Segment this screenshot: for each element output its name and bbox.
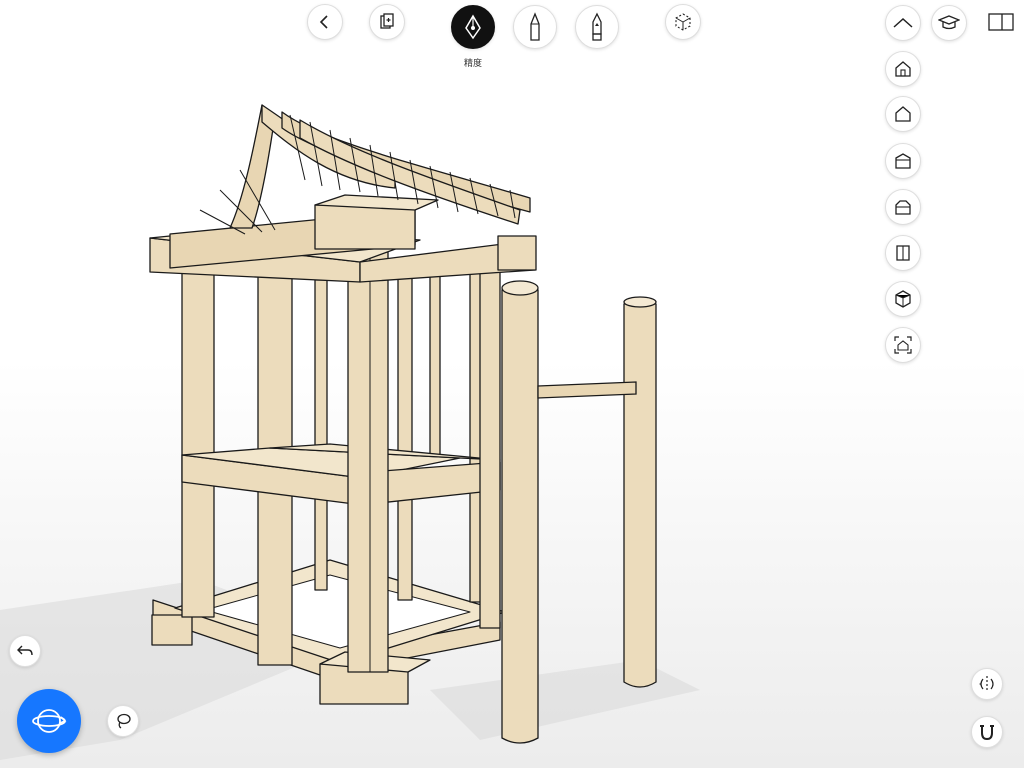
view-front-button[interactable] — [885, 143, 921, 179]
active-tool-label: 精度 — [463, 58, 482, 68]
home-view-icon — [895, 61, 911, 77]
view-top-button[interactable] — [885, 96, 921, 132]
section-plane-button[interactable] — [971, 668, 1003, 700]
pencil-tool-button[interactable] — [513, 5, 557, 49]
undo-icon — [17, 645, 33, 656]
iso-view-icon — [895, 290, 911, 308]
panel-toggle-icon — [988, 13, 1014, 31]
front-view-icon — [895, 153, 911, 169]
fit-view-icon — [675, 13, 691, 31]
lasso-button[interactable] — [107, 705, 139, 737]
snap-magnet-button[interactable] — [971, 716, 1003, 748]
marker-tool-button[interactable] — [575, 5, 619, 49]
view-iso-button[interactable] — [885, 281, 921, 317]
fit-view-button[interactable] — [665, 4, 701, 40]
graduation-cap-icon — [938, 15, 960, 30]
pages-button[interactable] — [369, 4, 405, 40]
magnet-icon — [980, 725, 994, 741]
fountain-pen-icon — [465, 14, 481, 40]
view-back-button[interactable] — [885, 189, 921, 225]
pencil-icon — [530, 12, 540, 41]
collapse-button[interactable] — [885, 5, 921, 41]
back-view-icon — [895, 200, 911, 215]
chevron-up-icon — [893, 17, 913, 28]
orbit-icon — [32, 709, 67, 733]
top-view-icon — [895, 106, 911, 122]
chevron-left-icon — [319, 15, 328, 29]
pages-icon — [380, 13, 394, 29]
side-view-icon — [896, 245, 910, 261]
zoom-extents-button[interactable] — [885, 327, 921, 363]
lasso-icon — [117, 713, 131, 729]
view-home-button[interactable] — [885, 51, 921, 87]
section-plane-icon — [979, 676, 994, 692]
view-side-button[interactable] — [885, 235, 921, 271]
zoom-extents-icon — [894, 336, 912, 354]
back-button[interactable] — [307, 4, 343, 40]
orbit-button[interactable] — [17, 689, 81, 753]
pen-tool-button[interactable] — [451, 5, 495, 49]
undo-button[interactable] — [9, 635, 41, 667]
model-viewport[interactable] — [0, 0, 1024, 768]
panel-toggle-button[interactable] — [982, 6, 1020, 38]
learn-button[interactable] — [931, 5, 967, 41]
marker-icon — [592, 12, 602, 41]
